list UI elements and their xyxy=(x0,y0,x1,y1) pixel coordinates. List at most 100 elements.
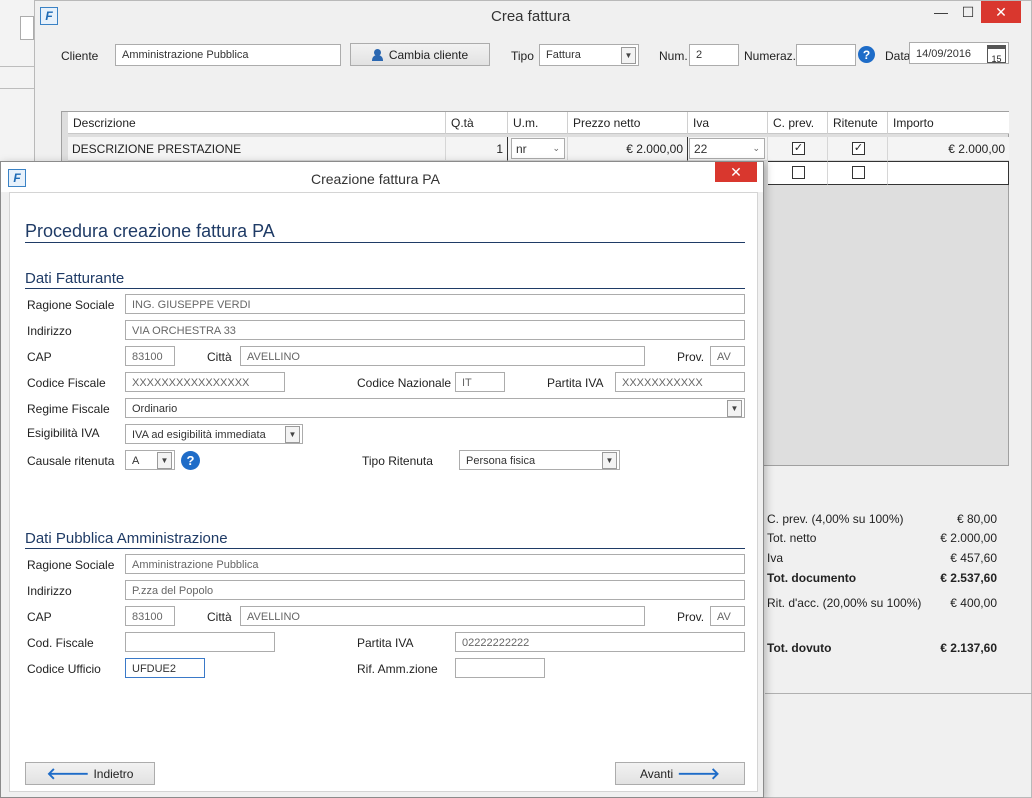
col-header[interactable]: Iva xyxy=(688,112,768,134)
total-value: € 2.000,00 xyxy=(940,531,997,545)
codice-nazionale-input[interactable]: IT xyxy=(455,372,505,392)
pa-ragione-sociale-input[interactable]: Amministrazione Pubblica xyxy=(125,554,745,574)
field-label: Rif. Amm.zione xyxy=(357,662,438,676)
minimize-button[interactable]: — xyxy=(928,1,954,23)
maximize-button[interactable]: ☐ xyxy=(955,1,981,23)
pa-partita-iva-input[interactable]: 02222222222 xyxy=(455,632,745,652)
tipo-select[interactable]: Fattura ▼ xyxy=(539,44,639,66)
indirizzo-input[interactable]: VIA ORCHESTRA 33 xyxy=(125,320,745,340)
esigibilita-select[interactable]: IVA ad esigibilità immediata ▼ xyxy=(125,424,303,444)
col-header[interactable]: Q.tà xyxy=(446,112,508,134)
field-label: Indirizzo xyxy=(27,324,72,338)
cap-input[interactable]: 83100 xyxy=(125,346,175,366)
cambia-cliente-label: Cambia cliente xyxy=(388,47,469,62)
dialog-close-button[interactable]: ✕ xyxy=(715,162,757,182)
table-cell[interactable]: € 2.000,00 xyxy=(568,137,688,161)
ritenute-checkbox[interactable]: ✓ xyxy=(852,142,865,155)
chevron-down-icon: ⌄ xyxy=(552,143,560,153)
tipo-label: Tipo xyxy=(511,49,534,63)
col-header[interactable]: Importo xyxy=(888,112,1009,134)
background-input[interactable] xyxy=(20,16,34,40)
table-cell[interactable]: € 2.000,00 xyxy=(888,137,1009,161)
numeraz-input[interactable] xyxy=(796,44,856,66)
cprev-checkbox[interactable]: ✓ xyxy=(792,142,805,155)
next-button[interactable]: Avanti 🡒 xyxy=(615,762,745,785)
field-label: Prov. xyxy=(677,610,705,624)
dialog-body: Procedura creazione fattura PA Dati Fatt… xyxy=(9,192,758,792)
help-icon[interactable]: ? xyxy=(858,46,875,63)
field-label: Partita IVA xyxy=(547,376,604,390)
table-cell[interactable] xyxy=(768,161,828,185)
section-title: Dati Fatturante xyxy=(25,270,125,287)
ragione-sociale-input[interactable]: ING. GIUSEPPE VERDI xyxy=(125,294,745,314)
close-button[interactable]: ✕ xyxy=(981,1,1021,23)
total-label: Tot. dovuto xyxy=(767,641,832,655)
field-label: Ragione Sociale xyxy=(27,558,115,572)
pa-dialog: F Creazione fattura PA ✕ Procedura creaz… xyxy=(0,161,764,798)
cliente-input[interactable]: Amministrazione Pubblica xyxy=(115,44,341,66)
help-icon[interactable]: ? xyxy=(181,451,200,470)
partita-iva-input[interactable]: XXXXXXXXXXX xyxy=(615,372,745,392)
total-label: Tot. documento xyxy=(767,571,857,585)
field-label: Codice Nazionale xyxy=(357,376,452,390)
table-cell[interactable]: 1 xyxy=(446,137,508,161)
cprev-checkbox[interactable] xyxy=(792,166,805,179)
table-cell[interactable]: ✓ xyxy=(828,137,888,161)
pa-indirizzo-input[interactable]: P.zza del Popolo xyxy=(125,580,745,600)
total-value: € 400,00 xyxy=(950,596,997,610)
chevron-down-icon: ▼ xyxy=(621,47,636,64)
total-label: Rit. d'acc. (20,00% su 100%) xyxy=(767,596,922,610)
divider xyxy=(25,288,745,289)
field-label: Esigibilità IVA xyxy=(27,426,100,440)
num-input[interactable]: 2 xyxy=(689,44,739,66)
codice-ufficio-input[interactable]: UFDUE2 xyxy=(125,658,205,678)
pa-prov-input[interactable]: AV xyxy=(710,606,745,626)
total-label: C. prev. (4,00% su 100%) xyxy=(767,512,904,526)
ritenute-checkbox[interactable] xyxy=(852,166,865,179)
col-header[interactable]: U.m. xyxy=(508,112,568,134)
pa-codice-fiscale-input[interactable] xyxy=(125,632,275,652)
pa-citta-input[interactable]: AVELLINO xyxy=(240,606,645,626)
arrow-left-icon: 🡐 xyxy=(46,766,90,783)
field-label: Ragione Sociale xyxy=(27,298,115,312)
field-label: Partita IVA xyxy=(357,636,414,650)
table-cell[interactable]: DESCRIZIONE PRESTAZIONE xyxy=(68,137,446,161)
total-value: € 457,60 xyxy=(950,551,997,565)
table-cell[interactable] xyxy=(828,161,888,185)
divider xyxy=(25,548,745,549)
regime-value: Ordinario xyxy=(132,403,178,415)
calendar-day: 15 xyxy=(991,54,1002,64)
user-icon xyxy=(371,48,383,61)
calendar-icon[interactable]: 15 xyxy=(987,45,1006,64)
codice-fiscale-input[interactable]: XXXXXXXXXXXXXXXX xyxy=(125,372,285,392)
col-header[interactable]: Prezzo netto xyxy=(568,112,688,134)
field-label: Indirizzo xyxy=(27,584,72,598)
um-select[interactable]: nr ⌄ xyxy=(511,138,565,159)
chevron-down-icon: ▼ xyxy=(727,400,742,417)
field-label: Codice Fiscale xyxy=(27,376,106,390)
next-label: Avanti xyxy=(639,766,674,781)
table-cell[interactable]: ✓ xyxy=(768,137,828,161)
citta-input[interactable]: AVELLINO xyxy=(240,346,645,366)
prov-input[interactable]: AV xyxy=(710,346,745,366)
total-value: € 2.137,60 xyxy=(940,641,997,655)
cliente-label: Cliente xyxy=(61,49,99,63)
col-header[interactable]: Descrizione xyxy=(68,112,446,134)
table-cell[interactable] xyxy=(888,161,1009,185)
table-cell[interactable]: 22 ⌄ xyxy=(688,137,768,161)
iva-select[interactable]: 22 ⌄ xyxy=(689,138,765,159)
pa-cap-input[interactable]: 83100 xyxy=(125,606,175,626)
causale-ritenuta-select[interactable]: A ▼ xyxy=(125,450,175,470)
tipo-ritenuta-select[interactable]: Persona fisica ▼ xyxy=(459,450,620,470)
col-header[interactable]: C. prev. xyxy=(768,112,828,134)
back-button[interactable]: 🡐 Indietro xyxy=(25,762,155,785)
table-cell[interactable]: nr ⌄ xyxy=(508,137,568,161)
dialog-titlebar: F Creazione fattura PA ✕ xyxy=(1,162,763,192)
procedure-title: Procedura creazione fattura PA xyxy=(25,221,275,241)
cambia-cliente-button[interactable]: Cambia cliente xyxy=(350,43,490,66)
regime-fiscale-select[interactable]: Ordinario ▼ xyxy=(125,398,745,418)
col-header[interactable]: Ritenute xyxy=(828,112,888,134)
field-label: Città xyxy=(207,610,232,624)
rif-amministrazione-input[interactable] xyxy=(455,658,545,678)
field-label: Prov. xyxy=(677,350,705,364)
